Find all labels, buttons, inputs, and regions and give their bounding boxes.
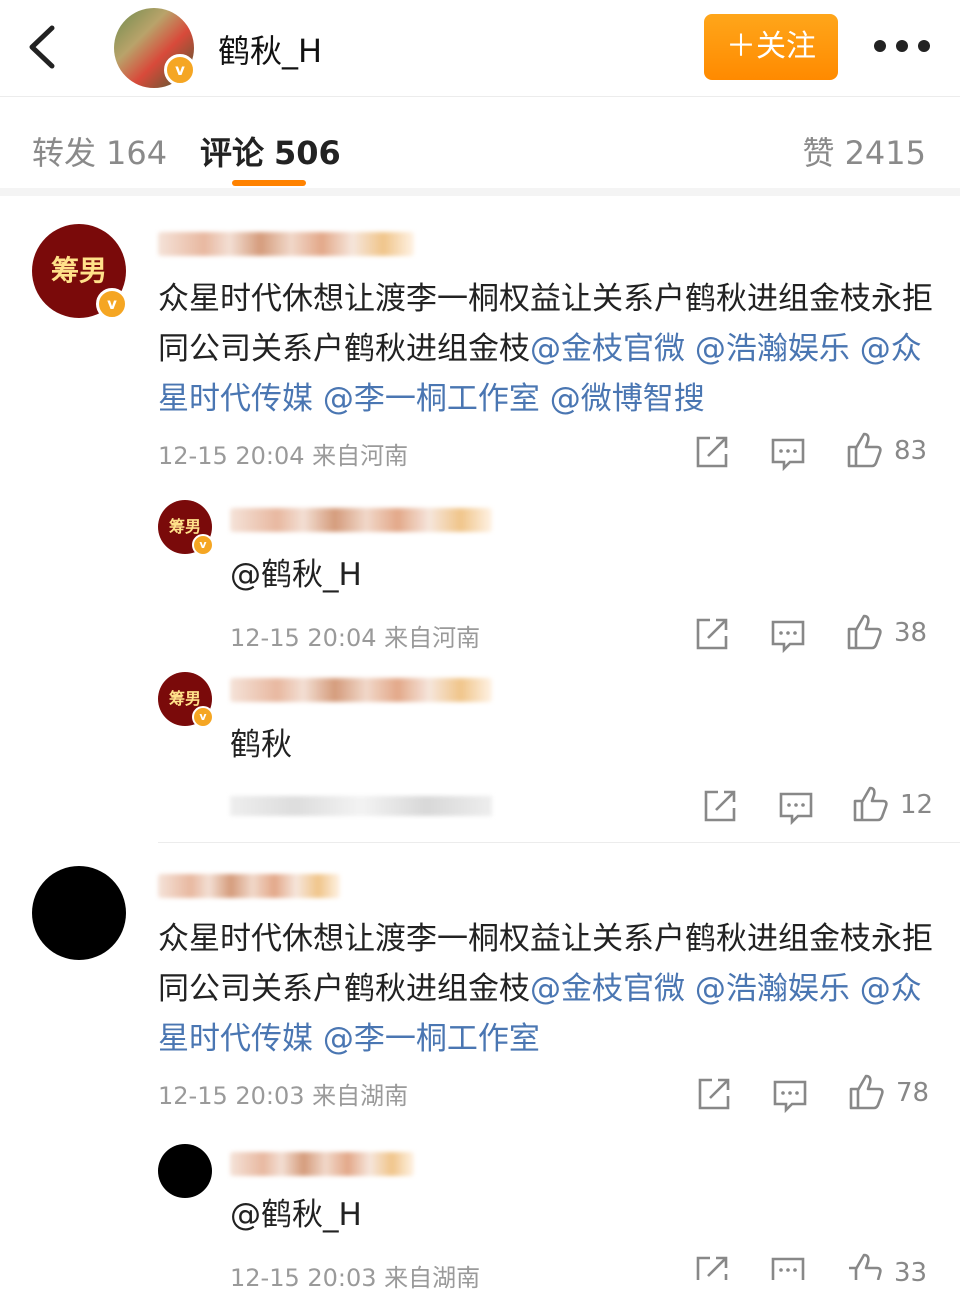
thumbs-up-icon[interactable] bbox=[846, 1252, 882, 1280]
comment-icon[interactable] bbox=[770, 434, 806, 474]
comment-location: 来自河南 bbox=[312, 442, 409, 470]
comment-meta: 12-15 20:03 来自湖南 bbox=[158, 1076, 408, 1111]
like-count: 12 bbox=[900, 790, 934, 820]
top-bar: v 鹤秋_H ＋关注 bbox=[0, 0, 960, 96]
tab-comment-count: 506 bbox=[274, 134, 341, 172]
avatar-image bbox=[32, 866, 126, 960]
avatar-image bbox=[158, 1144, 212, 1198]
tab-comment-label: 评论 bbox=[200, 134, 265, 172]
reply-meta: 12-15 20:04 来自河南 bbox=[230, 618, 480, 653]
like-count: 38 bbox=[894, 618, 928, 648]
reply-time: 12-15 20:03 bbox=[230, 1264, 377, 1292]
repost-icon[interactable] bbox=[702, 786, 738, 826]
repost-icon[interactable] bbox=[694, 1254, 730, 1280]
comment-meta: 12-15 20:04 来自河南 bbox=[158, 436, 408, 471]
like-count: 33 bbox=[894, 1258, 928, 1288]
comment-text: 众星时代休想让渡李一桐权益让关系户鹤秋进组金枝永拒同公司关系户鹤秋进组金枝@金枝… bbox=[158, 274, 938, 424]
avatar[interactable]: 筹男 v bbox=[158, 672, 214, 728]
verified-badge-icon: v bbox=[192, 534, 214, 556]
tab-comment[interactable]: 评论 506 bbox=[200, 128, 341, 174]
author-name[interactable]: 鹤秋_H bbox=[218, 26, 322, 72]
back-arrow-icon[interactable] bbox=[22, 22, 66, 72]
mention-link[interactable]: @微博智搜 bbox=[550, 381, 705, 417]
tab-repost-label: 转发 bbox=[32, 134, 97, 172]
verified-badge-icon: v bbox=[96, 288, 128, 320]
reply-text[interactable]: @鹤秋_H bbox=[230, 1190, 362, 1240]
tab-repost[interactable]: 转发 164 bbox=[32, 128, 167, 174]
avatar[interactable] bbox=[32, 866, 126, 960]
reply-text: 鹤秋 bbox=[230, 727, 292, 763]
comment-icon[interactable] bbox=[770, 616, 806, 656]
thumbs-up-icon[interactable] bbox=[846, 612, 882, 652]
blurred-username[interactable] bbox=[158, 232, 414, 256]
comment-time: 12-15 20:03 bbox=[158, 1082, 305, 1110]
mention-link[interactable]: @李一桐工作室 bbox=[323, 1021, 540, 1057]
comment-icon[interactable] bbox=[770, 1256, 806, 1280]
verified-badge-icon: v bbox=[164, 54, 196, 86]
active-tab-indicator bbox=[232, 180, 306, 186]
avatar[interactable]: 筹男 v bbox=[32, 224, 128, 320]
reply-text[interactable]: @鹤秋_H bbox=[230, 550, 362, 600]
mention-link[interactable]: @浩瀚娱乐 bbox=[695, 331, 850, 367]
tab-like-label: 赞 bbox=[802, 134, 835, 172]
comment-text: 众星时代休想让渡李一桐权益让关系户鹤秋进组金枝永拒同公司关系户鹤秋进组金枝@金枝… bbox=[158, 914, 938, 1064]
tab-like-count: 2415 bbox=[844, 134, 926, 172]
more-dots-icon[interactable] bbox=[874, 40, 934, 54]
section-divider bbox=[0, 188, 960, 196]
comment-time: 12-15 20:04 bbox=[158, 442, 305, 470]
avatar[interactable] bbox=[158, 1144, 212, 1198]
reply-location: 来自湖南 bbox=[384, 1264, 481, 1292]
tab-repost-count: 164 bbox=[106, 134, 168, 172]
thumbs-up-icon[interactable] bbox=[848, 1072, 884, 1112]
blurred-username[interactable] bbox=[230, 678, 492, 702]
like-count: 83 bbox=[894, 436, 928, 466]
blurred-meta bbox=[230, 796, 492, 816]
comment-location: 来自湖南 bbox=[312, 1082, 409, 1110]
reply-time: 12-15 20:04 bbox=[230, 624, 377, 652]
mention-link[interactable]: @金枝官微 bbox=[530, 971, 685, 1007]
thumbs-up-icon[interactable] bbox=[852, 784, 888, 824]
blurred-username[interactable] bbox=[230, 508, 492, 532]
mention-link[interactable]: @浩瀚娱乐 bbox=[695, 971, 850, 1007]
tab-like[interactable]: 赞 2415 bbox=[803, 128, 926, 174]
comment-icon[interactable] bbox=[778, 788, 814, 828]
mention-link[interactable]: @李一桐工作室 bbox=[323, 381, 540, 417]
follow-button[interactable]: ＋关注 bbox=[704, 14, 838, 80]
comment-divider bbox=[158, 842, 960, 843]
author-avatar[interactable]: v bbox=[114, 8, 196, 88]
repost-icon[interactable] bbox=[696, 1074, 732, 1114]
thumbs-up-icon[interactable] bbox=[846, 430, 882, 470]
repost-icon[interactable] bbox=[694, 432, 730, 472]
verified-badge-icon: v bbox=[192, 706, 214, 728]
reply-location: 来自河南 bbox=[384, 624, 481, 652]
header-divider bbox=[0, 96, 960, 97]
blurred-username[interactable] bbox=[158, 874, 340, 898]
repost-icon[interactable] bbox=[694, 614, 730, 654]
comment-icon[interactable] bbox=[772, 1076, 808, 1116]
blurred-username[interactable] bbox=[230, 1152, 414, 1176]
avatar[interactable]: 筹男 v bbox=[158, 500, 214, 556]
mention-link[interactable]: @金枝官微 bbox=[530, 331, 685, 367]
reply-meta: 12-15 20:03 来自湖南 bbox=[230, 1258, 480, 1293]
like-count: 78 bbox=[896, 1078, 930, 1108]
